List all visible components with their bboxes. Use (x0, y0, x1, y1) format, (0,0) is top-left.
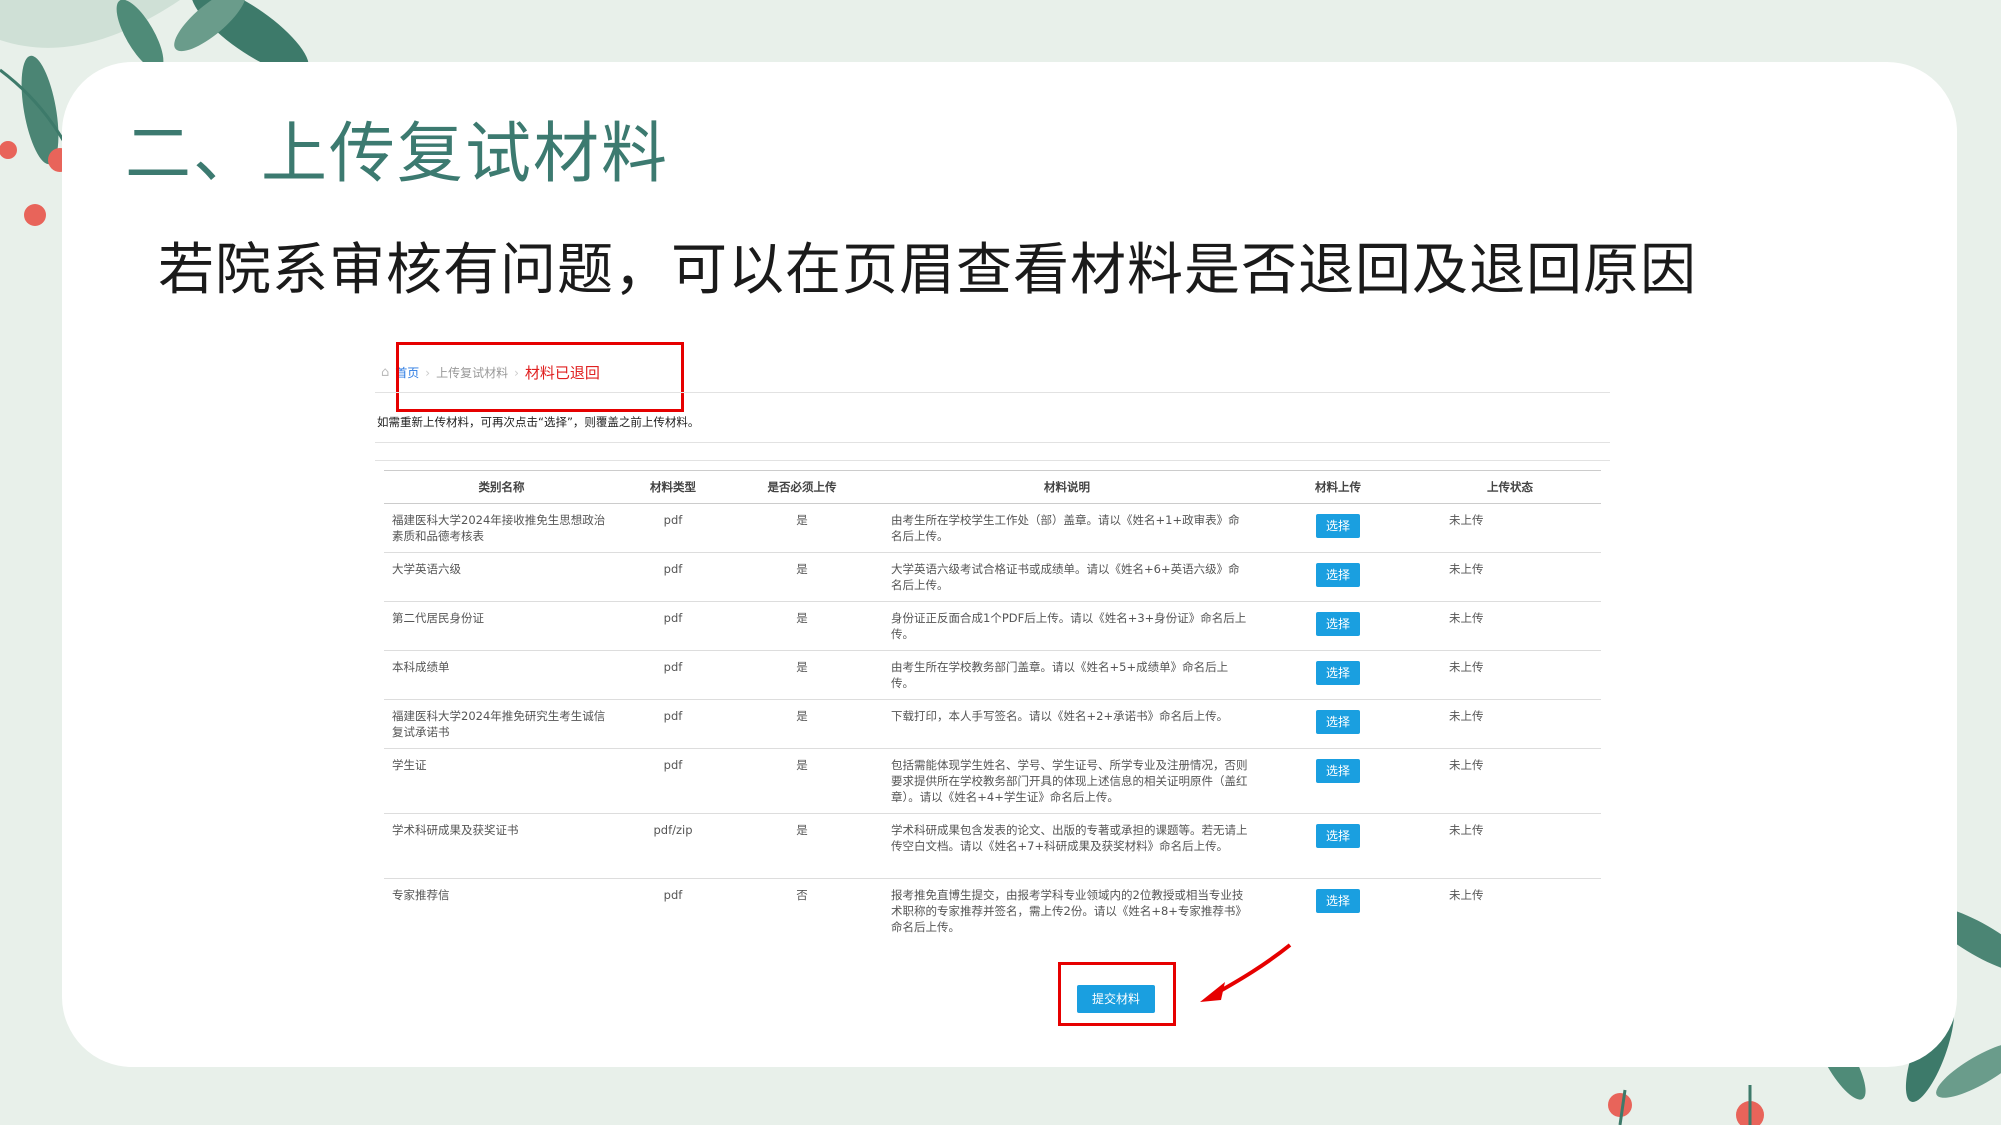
material-description: 大学英语六级考试合格证书或成绩单。请以《姓名+6+英语六级》命名后上传。 (877, 552, 1257, 602)
material-description: 下载打印，本人手写签名。请以《姓名+2+承诺书》命名后上传。 (877, 699, 1257, 749)
column-header: 上传状态 (1419, 470, 1601, 504)
table-row: 福建医科大学2024年推免研究生考生诚信复试承诺书 pdf 是 下载打印，本人手… (384, 699, 1601, 749)
table-row: 学术科研成果及获奖证书 pdf/zip 是 学术科研成果包含发表的论文、出版的专… (384, 813, 1601, 879)
breadcrumb-highlight-box (396, 342, 684, 412)
table-row: 福建医科大学2024年接收推免生思想政治素质和品德考核表 pdf 是 由考生所在… (384, 503, 1601, 553)
required-flag: 是 (727, 699, 877, 749)
choose-file-button[interactable]: 选择 (1315, 889, 1360, 913)
column-header: 材料类型 (619, 470, 727, 504)
material-type: pdf (619, 650, 727, 700)
table-header-row: 类别名称 材料类型 是否必须上传 材料说明 材料上传 上传状态 (384, 470, 1601, 504)
choose-file-button[interactable]: 选择 (1315, 612, 1360, 636)
category-name: 福建医科大学2024年推免研究生考生诚信复试承诺书 (384, 699, 619, 749)
table-row: 专家推荐信 pdf 否 报考推免直博生提交，由报考学科专业领域内的2位教授或相当… (384, 879, 1601, 944)
arrow-pointer-icon (1200, 943, 1292, 1002)
column-header: 材料上传 (1257, 470, 1419, 504)
required-flag: 是 (727, 650, 877, 700)
home-icon[interactable]: ⌂ (381, 365, 389, 380)
embedded-screenshot: ⌂ 首页 › 上传复试材料 › 材料已退回 如需重新上传材料，可再次点击“选择”… (375, 340, 1615, 1040)
material-description: 身份证正反面合成1个PDF后上传。请以《姓名+3+身份证》命名后上传。 (877, 601, 1257, 651)
category-name: 学术科研成果及获奖证书 (384, 813, 619, 879)
choose-file-button[interactable]: 选择 (1315, 514, 1360, 538)
slide-subtitle: 若院系审核有问题，可以在页眉查看材料是否退回及退回原因 (158, 238, 1697, 303)
submit-materials-button[interactable]: 提交材料 (1077, 985, 1155, 1013)
upload-status: 未上传 (1419, 650, 1601, 700)
upload-status: 未上传 (1419, 601, 1601, 651)
table-row: 本科成绩单 pdf 是 由考生所在学校教务部门盖章。请以《姓名+5+成绩单》命名… (384, 650, 1601, 700)
material-description: 包括需能体现学生姓名、学号、学生证号、所学专业及注册情况，否则要求提供所在学校教… (877, 748, 1257, 814)
material-type: pdf/zip (619, 813, 727, 879)
required-flag: 是 (727, 748, 877, 814)
material-type: pdf (619, 699, 727, 749)
material-type: pdf (619, 503, 727, 553)
category-name: 学生证 (384, 748, 619, 814)
choose-file-button[interactable]: 选择 (1315, 563, 1360, 587)
column-header: 是否必须上传 (727, 470, 877, 504)
choose-file-button[interactable]: 选择 (1315, 661, 1360, 685)
table-row: 第二代居民身份证 pdf 是 身份证正反面合成1个PDF后上传。请以《姓名+3+… (384, 601, 1601, 651)
choose-file-button[interactable]: 选择 (1315, 710, 1360, 734)
choose-file-button[interactable]: 选择 (1315, 824, 1360, 848)
category-name: 第二代居民身份证 (384, 601, 619, 651)
material-type: pdf (619, 601, 727, 651)
material-type: pdf (663, 888, 683, 902)
divider (375, 442, 1610, 443)
required-flag: 是 (727, 813, 877, 879)
column-header: 类别名称 (384, 470, 619, 504)
category-name: 福建医科大学2024年接收推免生思想政治素质和品德考核表 (384, 503, 619, 553)
table-row: 学生证 pdf 是 包括需能体现学生姓名、学号、学生证号、所学专业及注册情况，否… (384, 748, 1601, 814)
material-description: 报考推免直博生提交，由报考学科专业领域内的2位教授或相当专业技术职称的专家推荐并… (891, 888, 1247, 934)
table-row: 大学英语六级 pdf 是 大学英语六级考试合格证书或成绩单。请以《姓名+6+英语… (384, 552, 1601, 602)
required-flag: 是 (727, 601, 877, 651)
category-name: 本科成绩单 (384, 650, 619, 700)
required-flag: 是 (727, 552, 877, 602)
upload-status: 未上传 (1419, 813, 1601, 879)
category-name: 专家推荐信 (392, 888, 450, 902)
upload-status: 未上传 (1419, 748, 1601, 814)
upload-status: 未上传 (1449, 888, 1484, 902)
column-header: 材料说明 (877, 470, 1257, 504)
upload-status: 未上传 (1419, 552, 1601, 602)
required-flag: 是 (727, 503, 877, 553)
material-description: 由考生所在学校学生工作处（部）盖章。请以《姓名+1+政审表》命名后上传。 (877, 503, 1257, 553)
required-flag: 否 (796, 888, 808, 902)
materials-table: 类别名称 材料类型 是否必须上传 材料说明 材料上传 上传状态 福建医科大学20… (384, 470, 1601, 943)
upload-status: 未上传 (1419, 699, 1601, 749)
reupload-note: 如需重新上传材料，可再次点击“选择”，则覆盖之前上传材料。 (377, 415, 700, 429)
material-type: pdf (619, 552, 727, 602)
material-description: 学术科研成果包含发表的论文、出版的专著或承担的课题等。若无请上传空白文档。请以《… (877, 813, 1257, 879)
choose-file-button[interactable]: 选择 (1315, 759, 1360, 783)
slide-title: 二、上传复试材料 (125, 115, 669, 192)
category-name: 大学英语六级 (384, 552, 619, 602)
divider (375, 392, 1610, 393)
material-description: 由考生所在学校教务部门盖章。请以《姓名+5+成绩单》命名后上传。 (877, 650, 1257, 700)
upload-status: 未上传 (1419, 503, 1601, 553)
divider (375, 460, 1610, 461)
material-type: pdf (619, 748, 727, 814)
